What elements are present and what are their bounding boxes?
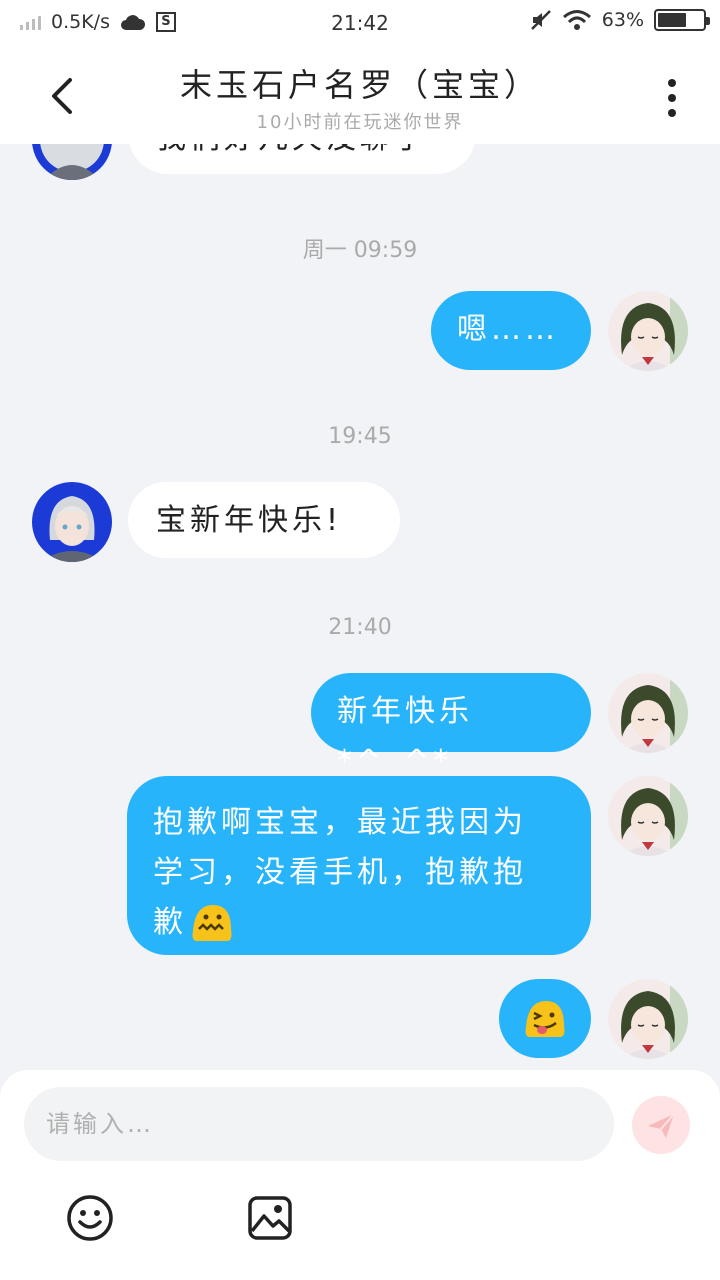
message-text: 宝新年快乐! [156,503,343,538]
message-input[interactable]: 请输入… [24,1087,614,1161]
status-bar: 0.5K/s S 21:42 63% [0,0,720,48]
message-text: 学习，没看手机，抱歉抱 [153,855,527,890]
avatar-image [608,979,688,1059]
my-avatar[interactable] [608,673,688,753]
my-avatar[interactable] [608,979,688,1059]
zipper-mouth-emoji-icon [192,905,232,941]
message-input-placeholder: 请输入… [46,1110,154,1138]
send-button[interactable] [632,1096,690,1154]
contact-avatar[interactable] [32,482,112,562]
more-options-button[interactable] [652,74,692,122]
message-text: 歉 [153,905,187,940]
contact-status: 10小时前在玩迷你世界 [256,112,464,133]
avatar-image [608,776,688,856]
timestamp: 21:40 [328,615,392,640]
avatar-image [608,291,688,371]
avatar-image [608,673,688,753]
message-text: 嗯…… [457,312,559,347]
image-button[interactable] [245,1193,295,1243]
mute-icon [530,10,551,30]
message-bubble-outgoing[interactable]: 新年快乐*^_^* [311,673,591,779]
my-avatar[interactable] [608,291,688,371]
contact-name: 末玉石户名罗（宝宝） [179,66,540,104]
message-text: 新年快乐*^_^* [337,694,473,779]
message-list[interactable]: 我们好几天没聊了 周一 09:59 嗯…… 19:45 宝新年快乐! 21:40 [0,144,720,1070]
tongue-wink-emoji-icon [525,1001,565,1037]
message-text: 抱歉啊宝宝，最近我因为 [153,805,527,840]
chat-header: 末玉石户名罗（宝宝） 10小时前在玩迷你世界 [0,48,720,144]
timestamp: 19:45 [328,424,392,449]
message-text: 我们好几天没聊了 [156,144,428,156]
message-bubble-outgoing[interactable]: 嗯…… [431,291,591,370]
timestamp: 周一 09:59 [302,238,418,263]
contact-avatar[interactable] [32,144,112,180]
message-bubble-outgoing[interactable] [499,979,591,1058]
message-bubble-incoming[interactable]: 我们好几天没聊了 [128,144,476,174]
battery-percent: 63% [601,9,644,31]
battery-icon [654,9,710,31]
message-bubble-outgoing[interactable]: 抱歉啊宝宝，最近我因为 学习，没看手机，抱歉抱 歉 [127,776,591,955]
composer-bar: 请输入… [0,1070,720,1280]
emoji-button[interactable] [65,1193,115,1243]
message-bubble-incoming[interactable]: 宝新年快乐! [128,482,400,558]
send-icon [648,1113,675,1138]
my-avatar[interactable] [608,776,688,856]
wifi-icon [562,10,591,30]
